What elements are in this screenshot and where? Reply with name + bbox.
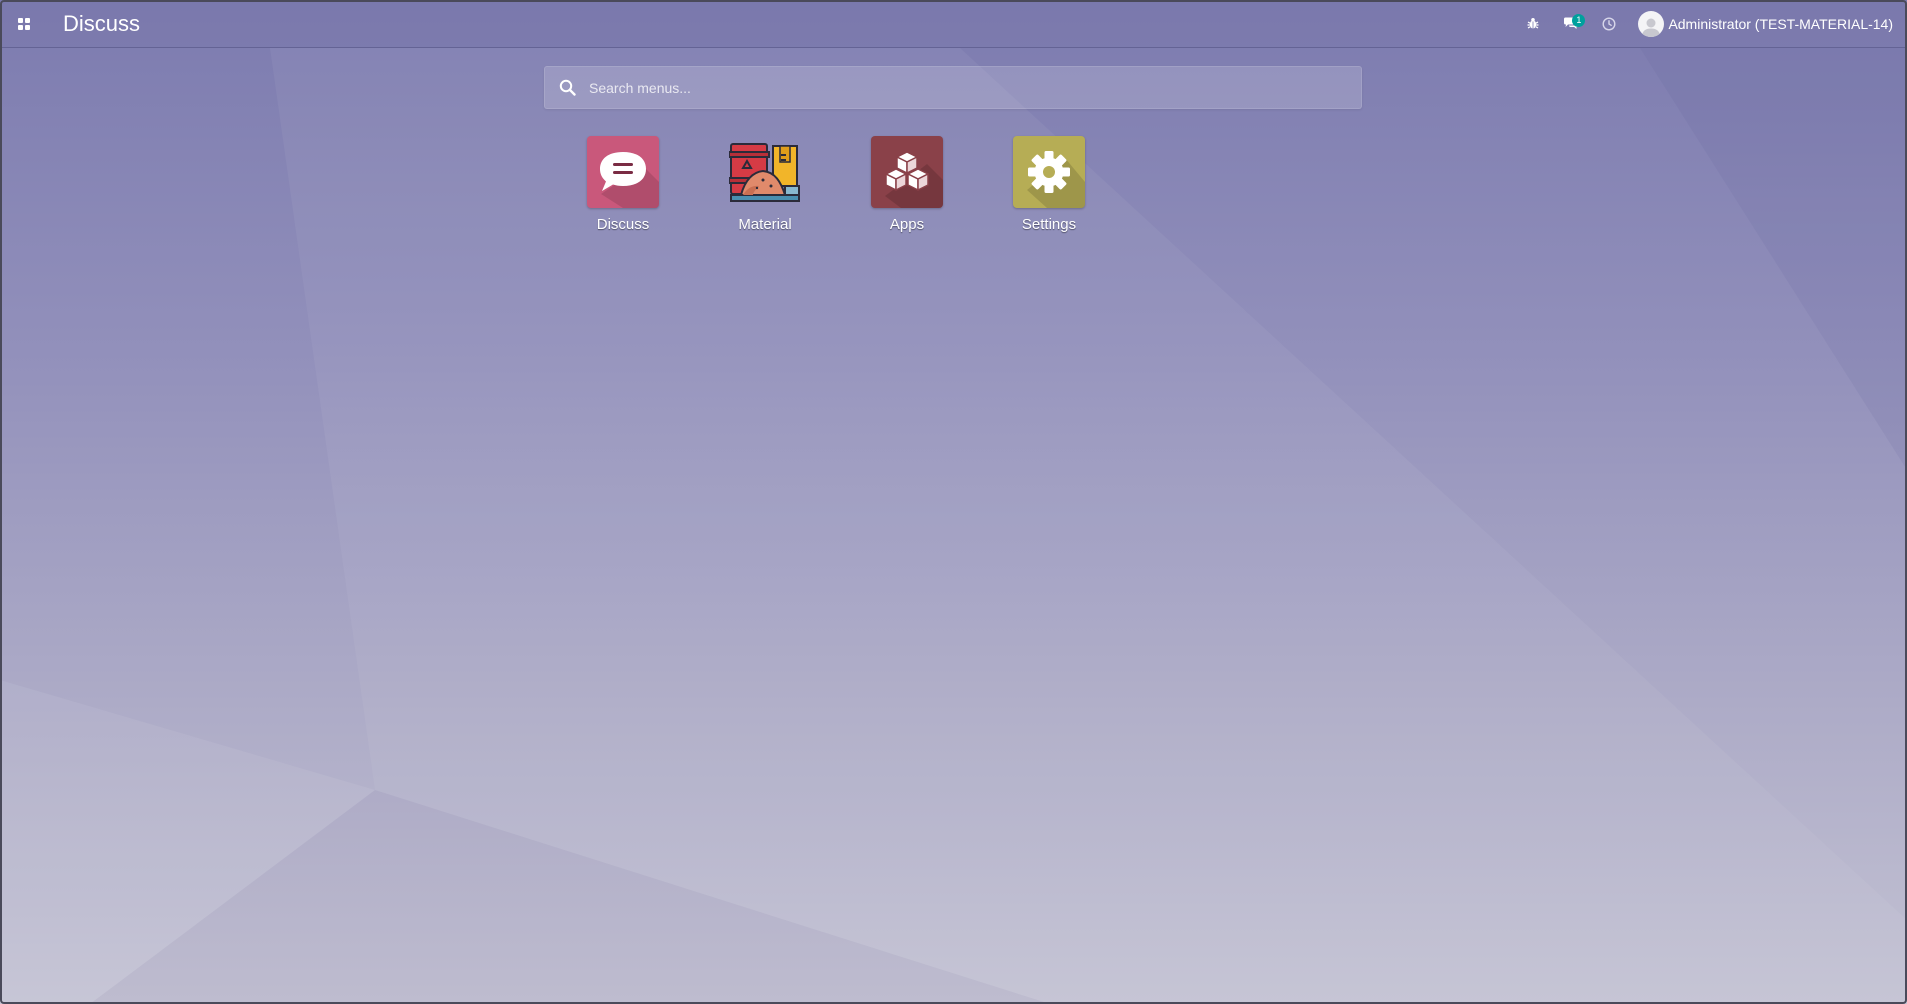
- user-silhouette-icon: [1642, 18, 1661, 37]
- activity-menu[interactable]: [1590, 0, 1628, 48]
- menu-search-bar: [544, 66, 1362, 109]
- apps-menu-toggle[interactable]: [0, 0, 48, 48]
- message-count-badge: 1: [1572, 13, 1586, 27]
- clock-icon: [1602, 16, 1616, 31]
- app-apps[interactable]: Apps: [836, 136, 978, 233]
- app-label-material: Material: [738, 216, 792, 233]
- app-label-settings: Settings: [1021, 216, 1077, 233]
- apps-grid-icon: [18, 17, 30, 30]
- user-menu[interactable]: Administrator (TEST-MATERIAL-14): [1638, 10, 1893, 37]
- app-icon-apps: [871, 136, 943, 208]
- app-grid: Discuss Material Apps Settings: [552, 136, 1120, 233]
- debug-menu[interactable]: [1514, 0, 1552, 48]
- top-navbar: Discuss 1 Administrator (TEST-MATERIAL-1…: [0, 0, 1907, 48]
- search-input[interactable]: [589, 79, 1361, 96]
- messaging-menu[interactable]: 1: [1552, 0, 1590, 48]
- app-label-apps: Apps: [889, 216, 925, 233]
- app-title[interactable]: Discuss: [63, 11, 140, 37]
- user-name: Administrator (TEST-MATERIAL-14): [1668, 15, 1893, 32]
- app-discuss[interactable]: Discuss: [552, 136, 694, 233]
- app-material[interactable]: Material: [694, 136, 836, 233]
- avatar: [1638, 10, 1665, 37]
- systray: 1 Administrator (TEST-MATERIAL-14): [1514, 0, 1907, 48]
- bug-icon: [1527, 18, 1539, 29]
- app-icon-material: [729, 136, 801, 208]
- app-icon-settings: [1013, 136, 1085, 208]
- speech-bubble-icon: [600, 152, 659, 208]
- app-icon-discuss: [587, 136, 659, 208]
- gear-icon: [1027, 151, 1085, 208]
- app-label-discuss: Discuss: [596, 216, 650, 233]
- material-warehouse-icon: [729, 143, 800, 202]
- app-settings[interactable]: Settings: [978, 136, 1120, 233]
- cubes-icon: [885, 151, 943, 208]
- search-icon: [545, 79, 589, 96]
